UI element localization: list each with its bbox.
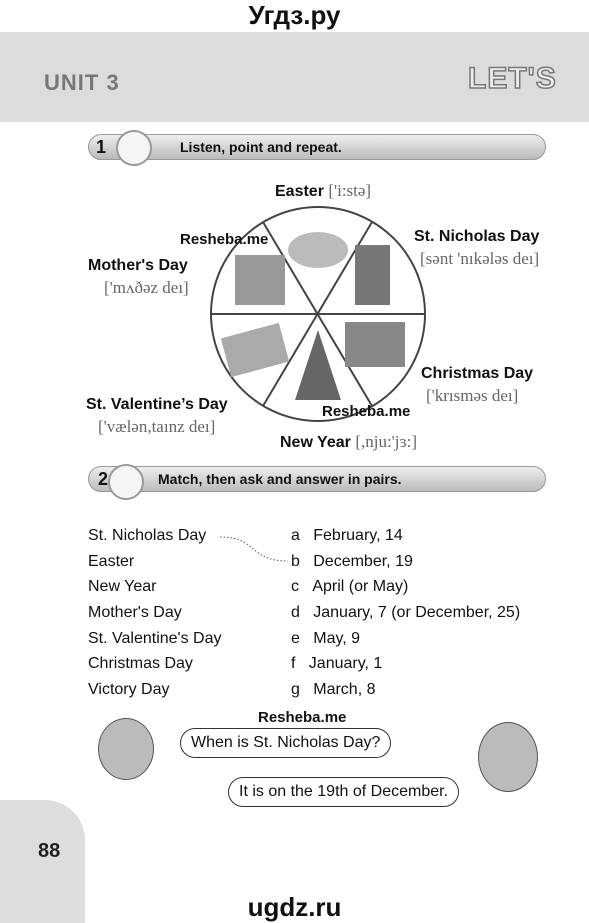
phonetic: ['vælən,taınz deı] (98, 417, 216, 436)
site-title: Угдз.ру (248, 0, 341, 30)
phonetic: [,nju:'jɜ:] (355, 432, 417, 451)
list-item: St. Nicholas Day (88, 527, 207, 544)
match-line (219, 536, 289, 562)
option-letter: a (291, 527, 300, 544)
option-date: January, 1 (308, 655, 383, 673)
option-date: March, 8 (313, 681, 376, 699)
list-item: Mother's Day (88, 604, 182, 622)
list-item: St. Valentine's Day (88, 629, 222, 647)
holiday-name: St. Nicholas Day (414, 228, 540, 245)
list-item: New Year (88, 578, 157, 596)
list-item: Easter (88, 552, 135, 570)
easter-eggs-image (288, 232, 348, 268)
holiday-name: Easter (275, 183, 324, 200)
holiday-name: St. Valentine’s Day (86, 396, 228, 413)
question-bubble: When is St. Nicholas Day? (180, 728, 392, 758)
option-date: December, 19 (313, 552, 413, 570)
footer-site: ugdz.ru (247, 892, 342, 922)
watermark: Resheba.me (258, 709, 347, 726)
exercise-2-instruction: Match, then ask and answer in pairs. (158, 471, 402, 487)
page-number: 88 (38, 840, 61, 862)
option-date: January, 7 (or December, 25) (313, 604, 521, 622)
option-letter: b (291, 552, 300, 570)
phonetic: ['krısməs deı] (426, 386, 519, 405)
st-nicholas-image (355, 245, 390, 305)
phonetic: [sənt 'nıkələs deı] (420, 249, 540, 268)
phonetic: ['i:stə] (328, 181, 372, 200)
option-date: May, 9 (313, 629, 361, 647)
watermark: Resheba.me (180, 231, 269, 248)
unit-label: UNIT 3 (44, 70, 120, 95)
option-letter: f (291, 655, 296, 673)
holiday-name: Mother's Day (88, 257, 188, 274)
holiday-name: Christmas Day (421, 365, 534, 382)
boy-image (98, 718, 154, 780)
headphones-face-icon (116, 130, 152, 166)
option-date: February, 14 (313, 527, 403, 544)
date-list: a February, 14 b December, 19 c April (o… (291, 527, 520, 707)
watermark: Resheba.me (322, 403, 411, 420)
option-letter: e (291, 629, 300, 647)
exercise-1-number: 1 (96, 137, 107, 157)
holiday-list: St. Nicholas Day Easter New Year Mother'… (88, 527, 222, 707)
mother-image (235, 255, 285, 305)
christmas-image (345, 322, 405, 367)
option-letter: d (291, 604, 300, 622)
exercise-1-instruction: Listen, point and repeat. (180, 139, 342, 155)
list-item: Victory Day (88, 681, 170, 699)
puzzle-face-icon (108, 464, 144, 500)
holiday-name: New Year (280, 434, 351, 451)
option-date: April (or May) (312, 578, 409, 596)
option-letter: c (291, 578, 299, 596)
phonetic: ['mʌðəz deı] (104, 278, 189, 297)
option-letter: g (291, 681, 300, 699)
exercise-2-number: 2 (98, 469, 109, 489)
girl-image (478, 722, 538, 792)
answer-bubble: It is on the 19th of December. (228, 777, 460, 807)
list-item: Christmas Day (88, 655, 193, 673)
lets-logo: LET'S (467, 61, 557, 96)
